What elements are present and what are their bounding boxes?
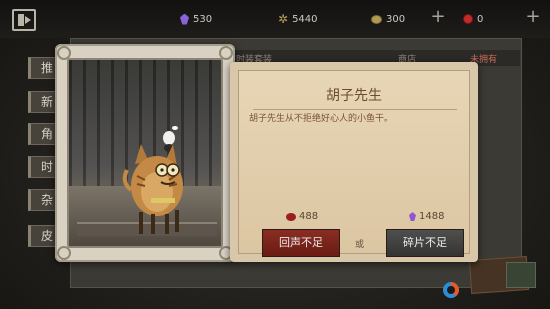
currency-coins: 300 [371, 12, 405, 26]
plus-icon[interactable]: + [429, 8, 447, 26]
top-bar: 530 ✲ 5440 300 + 0 + [0, 0, 550, 38]
buy-with-fragment-button[interactable]: 碎片不足 [386, 229, 464, 257]
currency-coins-value: 300 [386, 13, 406, 25]
currency-echoes: 0 [463, 12, 483, 26]
currency-clue-value: 530 [193, 13, 213, 25]
currency-clue: 530 [180, 12, 212, 26]
item-name: 胡子先生 [326, 88, 382, 104]
currency-fragments-value: 5440 [292, 13, 318, 25]
price-echo-value: 488 [299, 211, 319, 222]
price-echo: 488 [286, 211, 318, 222]
item-description: 胡子先生从不拒绝好心人的小鱼干。 [249, 114, 394, 124]
coin-icon [371, 14, 382, 24]
price-fragment: 1488 [409, 211, 444, 222]
back-icon[interactable] [12, 9, 36, 31]
purple-gem-icon [409, 212, 416, 221]
currency-fragments: ✲ 5440 [278, 12, 318, 26]
or-label: 或 [355, 240, 365, 250]
corner-ornament [57, 246, 71, 260]
watermark-logo [443, 282, 459, 298]
red-bead-icon [463, 14, 473, 24]
currency-echoes-value: 0 [477, 13, 484, 25]
price-fragment-value: 1488 [419, 211, 445, 222]
divider [253, 109, 457, 110]
fragment-flake-icon: ✲ [278, 12, 289, 26]
background-thumbnail [506, 262, 536, 288]
red-bead-icon [286, 212, 296, 221]
buy-with-echo-button[interactable]: 回声不足 [262, 229, 340, 257]
cat-character-image [122, 126, 183, 234]
plus-icon[interactable]: + [524, 8, 542, 26]
purple-gem-icon [180, 13, 189, 25]
item-detail-panel: 胡子先生 胡子先生从不拒绝好心人的小鱼干。 488 1488 回声不足 或 碎片… [238, 70, 470, 257]
portrait-card [55, 44, 235, 262]
portrait-image [67, 58, 223, 248]
item-detail-card: 胡子先生 胡子先生从不拒绝好心人的小鱼干。 488 1488 回声不足 或 碎片… [230, 62, 478, 262]
